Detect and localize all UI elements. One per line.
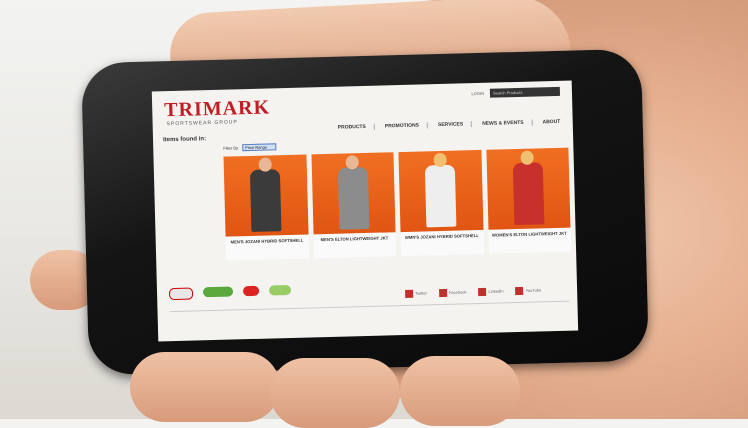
facebook-link[interactable]: Facebook	[439, 288, 467, 297]
main-nav: PRODUCTS PROMOTIONS SERVICES NEWS & EVEN…	[338, 119, 569, 131]
nav-item-news[interactable]: NEWS & EVENTS	[482, 120, 533, 127]
nav-item-promotions[interactable]: PROMOTIONS	[385, 122, 428, 129]
filter-label: Filter By:	[223, 145, 239, 150]
product-image[interactable]	[398, 150, 483, 232]
jacket-figure	[513, 162, 544, 225]
twitter-icon	[405, 290, 413, 298]
product-card[interactable]: WMN'S JOZANI HYBRID SOFTSHELL	[398, 149, 484, 271]
product-image[interactable]	[224, 155, 309, 237]
partner-logo[interactable]	[243, 286, 259, 296]
product-image[interactable]	[486, 148, 571, 230]
facebook-icon	[439, 289, 447, 297]
jacket-figure	[425, 165, 456, 228]
product-name[interactable]: WMN'S JOZANI HYBRID SOFTSHELL	[401, 230, 484, 256]
partner-logo[interactable]	[269, 285, 291, 296]
nav-item-services[interactable]: SERVICES	[438, 121, 472, 128]
twitter-label: Twitter	[415, 290, 427, 295]
items-found-label: Items found in:	[163, 136, 206, 143]
footer-links	[170, 301, 570, 315]
product-image[interactable]	[311, 152, 396, 234]
product-card[interactable]: MEN'S ELTON LIGHTWEIGHT JKT	[311, 151, 397, 273]
model-head	[433, 153, 447, 167]
jacket-figure	[250, 169, 281, 232]
partner-logos	[169, 285, 291, 300]
youtube-icon	[516, 287, 524, 295]
search-input[interactable]: Search Products	[490, 87, 560, 98]
product-card[interactable]: WOMEN'S ELTON LIGHTWEIGHT JKT	[486, 147, 572, 269]
phone-screen: TRIMARK SPORTSWEAR GROUP LOGIN Search Pr…	[152, 81, 578, 342]
product-name[interactable]: MEN'S JOZANI HYBRID SOFTSHELL	[226, 234, 309, 260]
linkedin-icon	[478, 288, 486, 296]
partner-logo[interactable]	[203, 286, 233, 297]
top-links: LOGIN Search Products	[471, 87, 560, 98]
partner-logo[interactable]	[169, 288, 193, 301]
login-link[interactable]: LOGIN	[471, 91, 484, 96]
site-logo-subtitle: SPORTSWEAR GROUP	[167, 119, 238, 127]
hand-finger	[130, 352, 280, 422]
social-links: Twitter Facebook LinkedIn YouTube	[405, 286, 541, 298]
nav-item-about[interactable]: ABOUT	[542, 119, 568, 126]
hand-finger	[400, 356, 520, 426]
product-name[interactable]: MEN'S ELTON LIGHTWEIGHT JKT	[313, 232, 396, 258]
linkedin-label: LinkedIn	[488, 288, 503, 293]
site-logo[interactable]: TRIMARK	[164, 96, 270, 122]
nav-item-products[interactable]: PRODUCTS	[338, 124, 375, 131]
twitter-link[interactable]: Twitter	[405, 289, 427, 298]
product-grid: MEN'S JOZANI HYBRID SOFTSHELL MEN'S ELTO…	[223, 147, 571, 276]
facebook-label: Facebook	[449, 289, 467, 294]
filter-bar: Filter By: Price Range	[223, 143, 276, 151]
youtube-label: YouTube	[526, 287, 542, 292]
linkedin-link[interactable]: LinkedIn	[478, 287, 503, 296]
product-card[interactable]: MEN'S JOZANI HYBRID SOFTSHELL	[223, 154, 309, 276]
youtube-link[interactable]: YouTube	[516, 286, 542, 295]
model-head	[258, 157, 272, 171]
product-name[interactable]: WOMEN'S ELTON LIGHTWEIGHT JKT	[488, 228, 571, 254]
smartphone: TRIMARK SPORTSWEAR GROUP LOGIN Search Pr…	[81, 49, 649, 376]
filter-select[interactable]: Price Range	[242, 143, 276, 151]
jacket-figure	[338, 167, 369, 230]
hand-finger	[270, 358, 400, 428]
